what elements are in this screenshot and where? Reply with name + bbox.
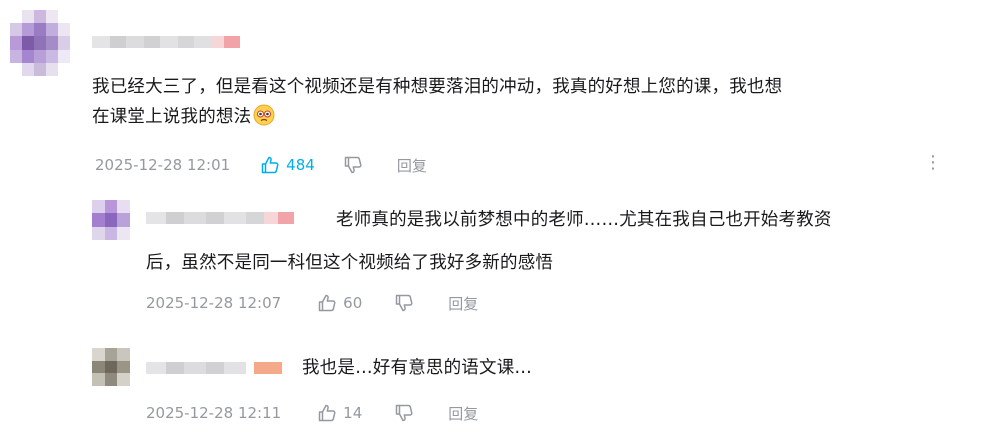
comment-text-line-2-content: 在课堂上说我的想法 [92,107,252,127]
like-count: 14 [343,404,363,422]
sad-emoji-icon [253,104,275,136]
reply-time: 2025-12-28 12:11 [146,404,282,422]
reply-avatar[interactable] [92,348,130,386]
reply-avatar[interactable] [92,200,130,240]
comment-meta: 2025-12-28 12:01 484 回复 [95,153,427,177]
dislike-button[interactable] [343,155,363,175]
reply-button[interactable]: 回复 [397,155,427,176]
like-button[interactable]: 60 [317,293,362,313]
like-button[interactable]: 14 [317,403,362,423]
reply-text-line-1: 老师真的是我以前梦想中的老师……尤其在我自己也开始考教资 [146,205,986,235]
reply-text: 我也是…好有意思的语文课… [302,358,533,378]
comment-text-line-2: 在课堂上说我的想法 [92,102,982,136]
thumbs-down-icon [396,404,413,422]
thumbs-up-icon [318,294,336,312]
more-options-icon[interactable]: ⋮ [924,152,942,173]
reply-meta: 2025-12-28 12:11 14 回复 [146,401,478,425]
avatar[interactable] [10,10,70,76]
comment-text-line-1: 我已经大三了，但是看这个视频还是有种想要落泪的冲动，我真的好想上您的课，我也想 [92,77,783,97]
reply-username[interactable] [146,362,282,374]
thumbs-up-icon [261,156,279,174]
comment-time: 2025-12-28 12:01 [95,156,231,174]
dislike-button[interactable] [394,293,414,313]
reply-text-line-2: 后，虽然不是同一科但这个视频给了我好多新的感悟 [146,253,554,273]
comment-text: 我已经大三了，但是看这个视频还是有种想要落泪的冲动，我真的好想上您的课，我也想 … [92,72,982,136]
like-button[interactable]: 484 [260,155,315,175]
thumbs-down-icon [396,294,413,312]
reply-button[interactable]: 回复 [448,293,478,314]
reply-text-line-1-content: 老师真的是我以前梦想中的老师……尤其在我自己也开始考教资 [336,210,832,230]
thumbs-down-icon [344,156,362,174]
like-count: 484 [286,156,315,174]
like-count: 60 [343,294,363,312]
thumbs-up-icon [318,404,336,422]
username[interactable] [92,36,240,48]
reply-meta: 2025-12-28 12:07 60 回复 [146,291,478,315]
dislike-button[interactable] [394,403,414,423]
reply-button[interactable]: 回复 [448,403,478,424]
reply-text: 老师真的是我以前梦想中的老师……尤其在我自己也开始考教资 后，虽然不是同一科但这… [146,205,986,278]
reply-time: 2025-12-28 12:07 [146,294,282,312]
